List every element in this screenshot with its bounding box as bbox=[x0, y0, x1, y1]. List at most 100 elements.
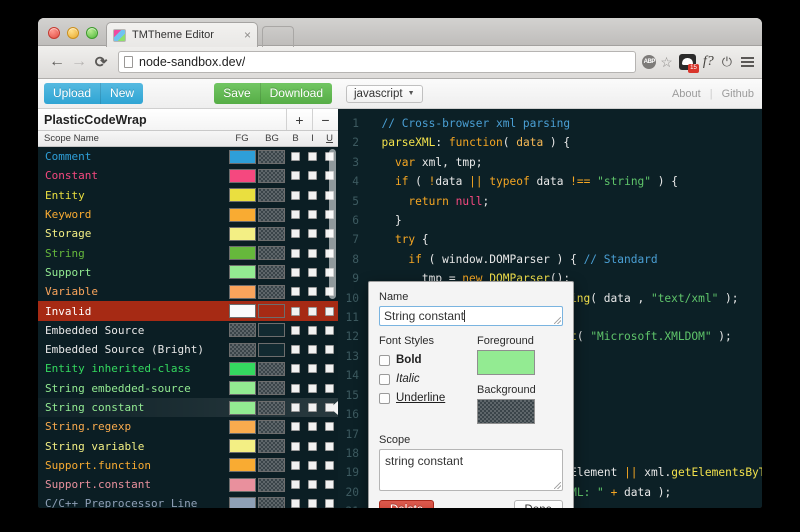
underline-flag-cell[interactable] bbox=[321, 306, 338, 316]
bold-checkbox[interactable] bbox=[379, 354, 390, 366]
italic-checkbox[interactable] bbox=[379, 373, 390, 385]
scope-row[interactable]: Entity bbox=[38, 186, 338, 205]
foreground-swatch[interactable] bbox=[229, 323, 256, 338]
scope-row[interactable]: Variable bbox=[38, 282, 338, 301]
italic-checkbox-row[interactable]: Italic bbox=[379, 373, 477, 385]
bold-flag-cell[interactable] bbox=[287, 171, 304, 181]
italic-flag-cell[interactable] bbox=[304, 190, 321, 200]
background-swatch[interactable] bbox=[258, 477, 285, 492]
background-swatch[interactable] bbox=[258, 207, 285, 222]
background-swatch[interactable] bbox=[258, 458, 285, 473]
extension-pocket-icon[interactable]: 15 bbox=[678, 54, 699, 73]
bold-checkbox[interactable] bbox=[291, 210, 300, 220]
bold-flag-cell[interactable] bbox=[287, 403, 304, 412]
underline-flag-cell[interactable] bbox=[321, 480, 338, 490]
background-swatch[interactable] bbox=[258, 168, 285, 183]
foreground-swatch[interactable] bbox=[229, 458, 256, 473]
foreground-swatch[interactable] bbox=[229, 361, 256, 376]
bold-checkbox[interactable] bbox=[291, 480, 300, 490]
foreground-swatch[interactable] bbox=[229, 168, 256, 183]
about-link[interactable]: About bbox=[672, 88, 701, 100]
background-swatch[interactable] bbox=[258, 149, 285, 164]
bold-checkbox[interactable] bbox=[291, 267, 300, 277]
done-button[interactable]: Done bbox=[513, 500, 563, 508]
italic-flag-cell[interactable] bbox=[304, 383, 321, 393]
bold-checkbox[interactable] bbox=[291, 403, 300, 412]
background-swatch[interactable] bbox=[258, 284, 285, 299]
scope-row[interactable]: String constant bbox=[38, 397, 338, 418]
bold-checkbox[interactable] bbox=[291, 364, 300, 374]
foreground-swatch[interactable] bbox=[229, 188, 256, 203]
scope-row[interactable]: Support bbox=[38, 263, 338, 282]
background-swatch[interactable] bbox=[258, 342, 285, 357]
bold-checkbox[interactable] bbox=[291, 287, 300, 297]
bold-flag-cell[interactable] bbox=[287, 229, 304, 239]
foreground-swatch[interactable] bbox=[229, 477, 256, 492]
italic-checkbox[interactable] bbox=[308, 480, 317, 490]
address-bar[interactable]: node-sandbox.dev/ bbox=[118, 51, 637, 73]
underline-checkbox[interactable] bbox=[325, 306, 334, 316]
foreground-swatch[interactable] bbox=[229, 342, 256, 357]
italic-checkbox[interactable] bbox=[308, 383, 317, 393]
scope-row[interactable]: String bbox=[38, 243, 338, 262]
italic-flag-cell[interactable] bbox=[304, 171, 321, 181]
scope-row[interactable]: Embedded Source bbox=[38, 321, 338, 340]
upload-button[interactable]: Upload bbox=[44, 83, 101, 104]
underline-checkbox[interactable] bbox=[325, 460, 334, 470]
name-input[interactable]: String constant bbox=[379, 306, 563, 326]
italic-flag-cell[interactable] bbox=[304, 422, 321, 432]
bold-flag-cell[interactable] bbox=[287, 306, 304, 316]
underline-checkbox-row[interactable]: Underline bbox=[379, 392, 477, 404]
scope-row[interactable]: String embedded-source bbox=[38, 379, 338, 398]
bold-checkbox-row[interactable]: Bold bbox=[379, 354, 477, 366]
background-swatch[interactable] bbox=[258, 496, 285, 508]
italic-checkbox[interactable] bbox=[308, 499, 317, 508]
reload-button[interactable]: ⟳ bbox=[90, 51, 112, 73]
back-button[interactable]: ← bbox=[46, 51, 68, 73]
italic-flag-cell[interactable] bbox=[304, 267, 321, 277]
foreground-swatch[interactable] bbox=[229, 304, 256, 319]
theme-name[interactable]: PlasticCodeWrap bbox=[38, 109, 286, 130]
bold-flag-cell[interactable] bbox=[287, 190, 304, 200]
bold-flag-cell[interactable] bbox=[287, 499, 304, 508]
background-swatch[interactable] bbox=[258, 400, 285, 415]
foreground-swatch[interactable] bbox=[229, 226, 256, 241]
italic-checkbox[interactable] bbox=[308, 171, 317, 181]
scope-row[interactable]: Invalid bbox=[38, 301, 338, 321]
background-swatch[interactable] bbox=[258, 381, 285, 396]
foreground-swatch[interactable] bbox=[229, 207, 256, 222]
bold-checkbox[interactable] bbox=[291, 190, 300, 200]
italic-checkbox[interactable] bbox=[308, 345, 317, 355]
italic-flag-cell[interactable] bbox=[304, 325, 321, 335]
forward-button[interactable]: → bbox=[68, 51, 90, 73]
resize-grip-icon[interactable] bbox=[554, 482, 561, 489]
italic-flag-cell[interactable] bbox=[304, 499, 321, 508]
foreground-swatch[interactable] bbox=[229, 439, 256, 454]
close-window-button[interactable] bbox=[48, 27, 60, 39]
underline-checkbox[interactable] bbox=[325, 345, 334, 355]
maximize-window-button[interactable] bbox=[86, 27, 98, 39]
bold-flag-cell[interactable] bbox=[287, 345, 304, 355]
background-swatch[interactable] bbox=[258, 265, 285, 280]
bold-flag-cell[interactable] bbox=[287, 383, 304, 393]
italic-checkbox[interactable] bbox=[308, 460, 317, 470]
bold-flag-cell[interactable] bbox=[287, 152, 304, 162]
bold-checkbox[interactable] bbox=[291, 499, 300, 508]
italic-flag-cell[interactable] bbox=[304, 287, 321, 297]
bold-checkbox[interactable] bbox=[291, 248, 300, 258]
italic-flag-cell[interactable] bbox=[304, 152, 321, 162]
background-color-well[interactable] bbox=[477, 399, 535, 424]
italic-flag-cell[interactable] bbox=[304, 441, 321, 451]
new-button[interactable]: New bbox=[100, 83, 144, 104]
underline-flag-cell[interactable] bbox=[321, 422, 338, 432]
bold-checkbox[interactable] bbox=[291, 345, 300, 355]
bold-checkbox[interactable] bbox=[291, 325, 300, 335]
italic-checkbox[interactable] bbox=[308, 325, 317, 335]
background-swatch[interactable] bbox=[258, 246, 285, 261]
underline-flag-cell[interactable] bbox=[321, 383, 338, 393]
bold-flag-cell[interactable] bbox=[287, 325, 304, 335]
github-link[interactable]: Github bbox=[722, 88, 754, 100]
foreground-swatch[interactable] bbox=[229, 265, 256, 280]
foreground-swatch[interactable] bbox=[229, 284, 256, 299]
bold-checkbox[interactable] bbox=[291, 460, 300, 470]
